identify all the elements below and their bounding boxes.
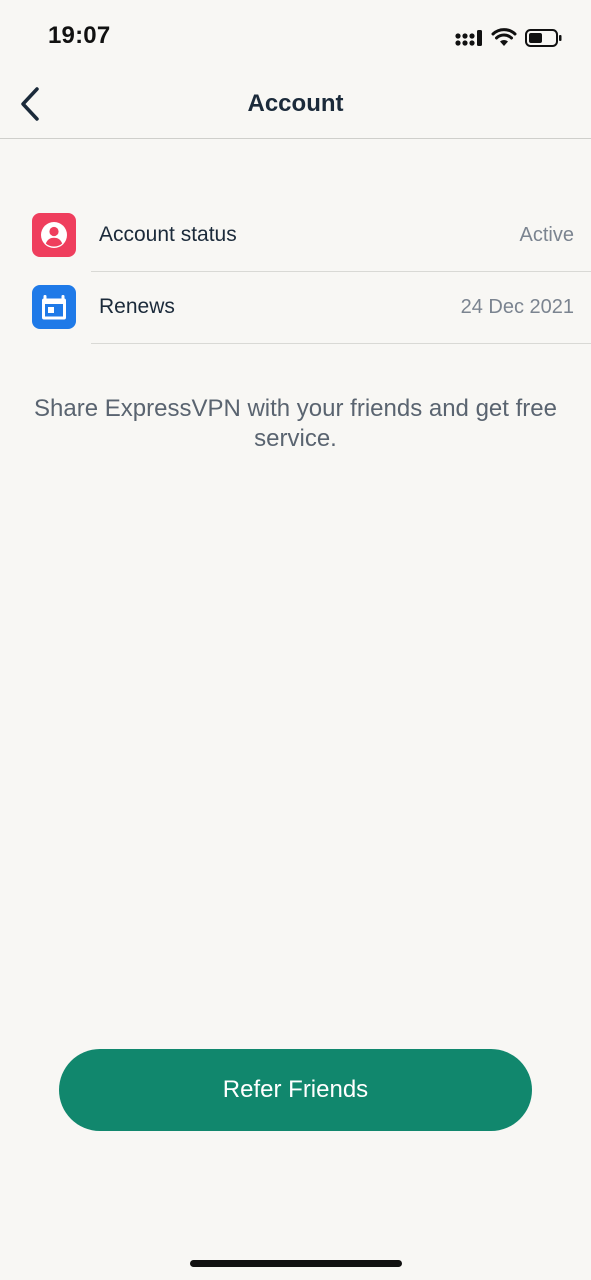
status-icons: [455, 27, 563, 49]
calendar-icon: [42, 295, 66, 320]
list-item-renews: Renews 24 Dec 2021: [0, 272, 591, 344]
wifi-icon: [491, 28, 517, 46]
renews-value: 24 Dec 2021: [460, 296, 574, 318]
page-title: Account: [247, 90, 344, 117]
status-bar: 19:07: [0, 0, 591, 76]
signal-icon: [455, 30, 482, 46]
account-details-list: Account status Active Renews 24 Dec 2021: [0, 200, 591, 344]
row-divider: [91, 343, 591, 344]
account-status-icon-box: [32, 213, 76, 257]
battery-icon: [525, 29, 562, 47]
account-status-value: Active: [519, 224, 574, 246]
renews-label: Renews: [99, 295, 175, 318]
refer-friends-button[interactable]: Refer Friends: [59, 1049, 532, 1131]
account-status-label: Account status: [99, 223, 237, 246]
user-circle-icon: [41, 222, 67, 248]
navigation-bar: Account: [0, 76, 591, 139]
share-message: Share ExpressVPN with your friends and g…: [34, 395, 557, 452]
status-time: 19:07: [48, 22, 111, 49]
renews-icon-box: [32, 285, 76, 329]
home-indicator: [190, 1260, 402, 1267]
list-item-account-status: Account status Active: [0, 200, 591, 272]
